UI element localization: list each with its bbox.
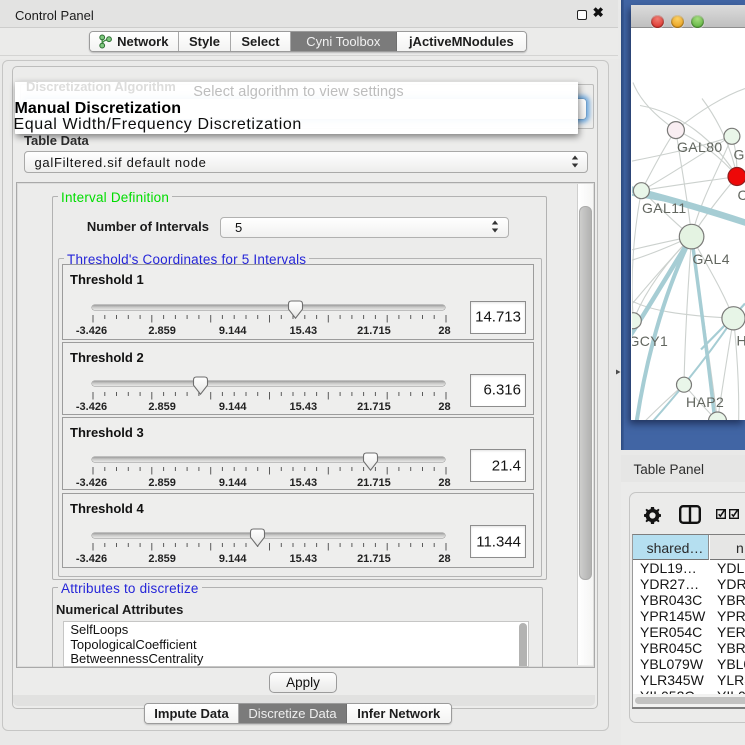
svg-text:HI…: HI… (737, 332, 745, 348)
svg-text:GAL4: GAL4 (693, 251, 730, 267)
svg-text:GAL11: GAL11 (642, 200, 687, 216)
svg-text:GAL…: GAL… (734, 146, 745, 162)
svg-text:GAL80: GAL80 (677, 139, 723, 155)
svg-text:GCY1: GCY1 (632, 333, 668, 349)
svg-text:HAP2: HAP2 (686, 394, 724, 410)
svg-text:CY…: CY… (738, 187, 745, 203)
